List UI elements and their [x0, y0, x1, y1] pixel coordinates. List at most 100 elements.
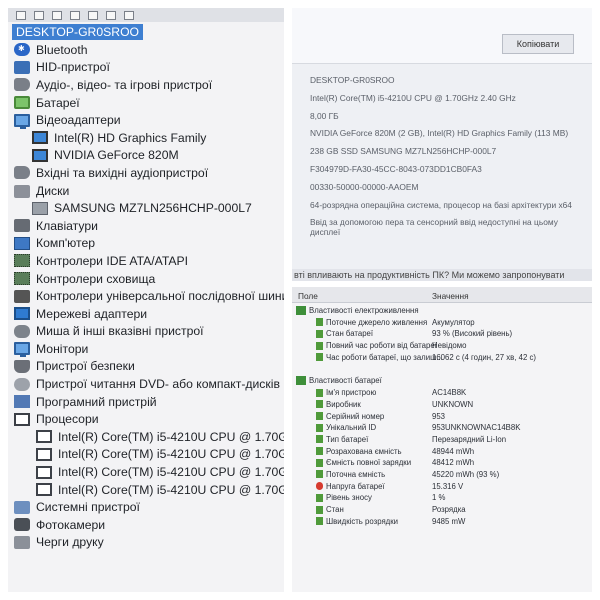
toolbar-button[interactable] [34, 11, 44, 20]
property-row[interactable]: Ємність повної зарядки 48412 mWh [292, 457, 592, 469]
system-spec-line: DESKTOP-GR0SROO [310, 75, 395, 85]
property-row[interactable]: Тип батареї Перезарядний Li-Ion [292, 434, 592, 446]
usb-icon [14, 289, 30, 303]
device-category[interactable]: Клавіатури [10, 217, 284, 235]
device-category[interactable]: Диски [10, 182, 284, 200]
device-category[interactable]: Фотокамери [10, 516, 284, 534]
property-value: 48944 mWh [432, 446, 475, 456]
performance-tip-text: вті впливають на продуктивність ПК? Ми м… [292, 269, 592, 281]
property-group[interactable]: Властивості електроживлення [292, 305, 592, 317]
device-category[interactable]: Пристрої читання DVD- або компакт-дисків [10, 375, 284, 393]
column-header-field[interactable]: Поле [298, 291, 318, 301]
system-info-panel: Копіювати DESKTOP-GR0SROO Intel(R) Core(T… [292, 8, 592, 281]
device-tree-root[interactable]: DESKTOP-GR0SROO [10, 22, 284, 41]
device-label: Комп'ютер [36, 236, 96, 251]
property-field: Унікальний ID [326, 423, 377, 433]
property-row[interactable]: Швидкість розрядки 9485 mW [292, 516, 592, 528]
property-row[interactable]: Стан батареї 93 % (Високий рівень) [292, 328, 592, 340]
device-category[interactable]: Процесори [10, 410, 284, 428]
property-icon [316, 353, 323, 362]
toolbar-button[interactable] [88, 11, 98, 20]
property-row[interactable]: Час роботи батареї, що залиш... 16062 с (… [292, 352, 592, 364]
property-row[interactable]: Серійний номер 953 [292, 411, 592, 423]
device-item[interactable]: Intel(R) Core(TM) i5-4210U CPU @ 1.70GHz [10, 428, 284, 446]
device-item[interactable]: Intel(R) Core(TM) i5-4210U CPU @ 1.70GHz [10, 481, 284, 499]
cpu-icon [14, 412, 30, 426]
property-value: 1 % [432, 493, 446, 503]
device-label: Bluetooth [36, 42, 88, 57]
device-category[interactable]: Програмний пристрій [10, 393, 284, 411]
device-item[interactable]: SAMSUNG MZ7LN256HCHP-000L7 [10, 199, 284, 217]
device-category[interactable]: Пристрої безпеки [10, 358, 284, 376]
system-spec-line: 8,00 ГБ [310, 110, 339, 121]
property-row[interactable]: Стан Розрядка [292, 504, 592, 516]
device-label: Монітори [36, 341, 89, 356]
property-field: Розрахована ємність [326, 446, 402, 456]
property-field: Серійний номер [326, 411, 385, 421]
group-title: Властивості електроживлення [309, 306, 419, 315]
device-category[interactable]: Вхідні та вихідні аудіопристрої [10, 164, 284, 182]
device-category[interactable]: Системні пристрої [10, 498, 284, 516]
toolbar-button[interactable] [124, 11, 134, 20]
property-row[interactable]: Поточна ємність 45220 mWh (93 %) [292, 469, 592, 481]
device-category[interactable]: Аудіо-, відео- та ігрові пристрої [10, 76, 284, 94]
property-row[interactable]: Напруга батареї 15.316 V [292, 481, 592, 493]
computer-name-label: DESKTOP-GR0SROO [12, 23, 144, 40]
property-icon [316, 329, 323, 338]
device-category[interactable]: HID-пристрої [10, 59, 284, 77]
device-tree: DESKTOP-GR0SROO Bluetooth HID-пристрої Ауд… [10, 22, 284, 551]
toolbar-button[interactable] [70, 11, 80, 20]
device-manager-panel: DESKTOP-GR0SROO Bluetooth HID-пристрої Ауд… [8, 8, 284, 592]
property-row[interactable]: Виробник UNKNOWN [292, 399, 592, 411]
property-row[interactable]: Ім'я пристрою AC14B8K [292, 387, 592, 399]
device-item[interactable]: NVIDIA GeForce 820M [10, 147, 284, 165]
property-value: UNKNOWN [432, 399, 474, 409]
device-label: Фотокамери [36, 517, 106, 532]
security-icon [14, 359, 30, 373]
property-row[interactable]: Поточне джерело живлення Акумулятор [292, 317, 592, 329]
cpu-core-icon [36, 430, 52, 444]
battery-info-panel: Поле Значення Властивості електроживленн… [292, 287, 592, 592]
device-category[interactable]: Батареї [10, 94, 284, 112]
property-group[interactable]: Властивості батареї [292, 375, 592, 387]
device-category[interactable]: Мережеві адаптери [10, 305, 284, 323]
device-category[interactable]: Відеоадаптери [10, 111, 284, 129]
property-icon [316, 517, 323, 526]
device-item[interactable]: Intel(R) HD Graphics Family [10, 129, 284, 147]
property-row[interactable]: Розрахована ємність 48944 mWh [292, 446, 592, 458]
device-label: Контролери універсальної послідовної шин… [36, 289, 284, 304]
toolbar-button[interactable] [52, 11, 62, 20]
device-label: Програмний пристрій [36, 394, 157, 409]
toolbar-button[interactable] [16, 11, 26, 20]
property-row[interactable]: Унікальний ID 953UNKNOWNAC14B8K [292, 422, 592, 434]
hid-icon [14, 60, 30, 74]
property-row[interactable]: Повний час роботи від батареї Невідомо [292, 340, 592, 352]
device-category[interactable]: Черги друку [10, 534, 284, 552]
device-category[interactable]: Контролери IDE ATA/ATAPI [10, 252, 284, 270]
device-item[interactable]: Intel(R) Core(TM) i5-4210U CPU @ 1.70GHz [10, 446, 284, 464]
property-row[interactable]: Рівень зносу 1 % [292, 492, 592, 504]
device-category[interactable]: Миша й інші вказівні пристрої [10, 323, 284, 341]
device-item[interactable]: Intel(R) Core(TM) i5-4210U CPU @ 1.70GHz [10, 463, 284, 481]
device-category[interactable]: Монітори [10, 340, 284, 358]
copy-button[interactable]: Копіювати [502, 34, 574, 54]
toolbar-button[interactable] [106, 11, 116, 20]
gpu-icon [32, 148, 48, 162]
device-category[interactable]: Bluetooth [10, 41, 284, 59]
bluetooth-icon [14, 43, 30, 57]
device-label: Пристрої безпеки [36, 359, 135, 374]
device-label: Пристрої читання DVD- або компакт-дисків [36, 377, 280, 392]
device-category[interactable]: Контролери універсальної послідовної шин… [10, 287, 284, 305]
device-category[interactable]: Комп'ютер [10, 235, 284, 253]
drive-icon [32, 201, 48, 215]
device-category[interactable]: Контролери сховища [10, 270, 284, 288]
property-value: 953UNKNOWNAC14B8K [432, 423, 521, 433]
property-icon [316, 470, 323, 479]
property-field: Стан батареї [326, 329, 374, 339]
column-header-value[interactable]: Значення [432, 291, 469, 301]
property-value: 45220 mWh (93 %) [432, 469, 500, 479]
system-spec-line: 238 GB SSD SAMSUNG MZ7LN256HCHP-000L7 [310, 146, 497, 157]
system-spec-line: 64-розрядна операційна система, процесор… [310, 199, 572, 210]
battery-properties-list: Властивості електроживлення Поточне джере… [292, 305, 592, 527]
cpu-core-icon [36, 447, 52, 461]
